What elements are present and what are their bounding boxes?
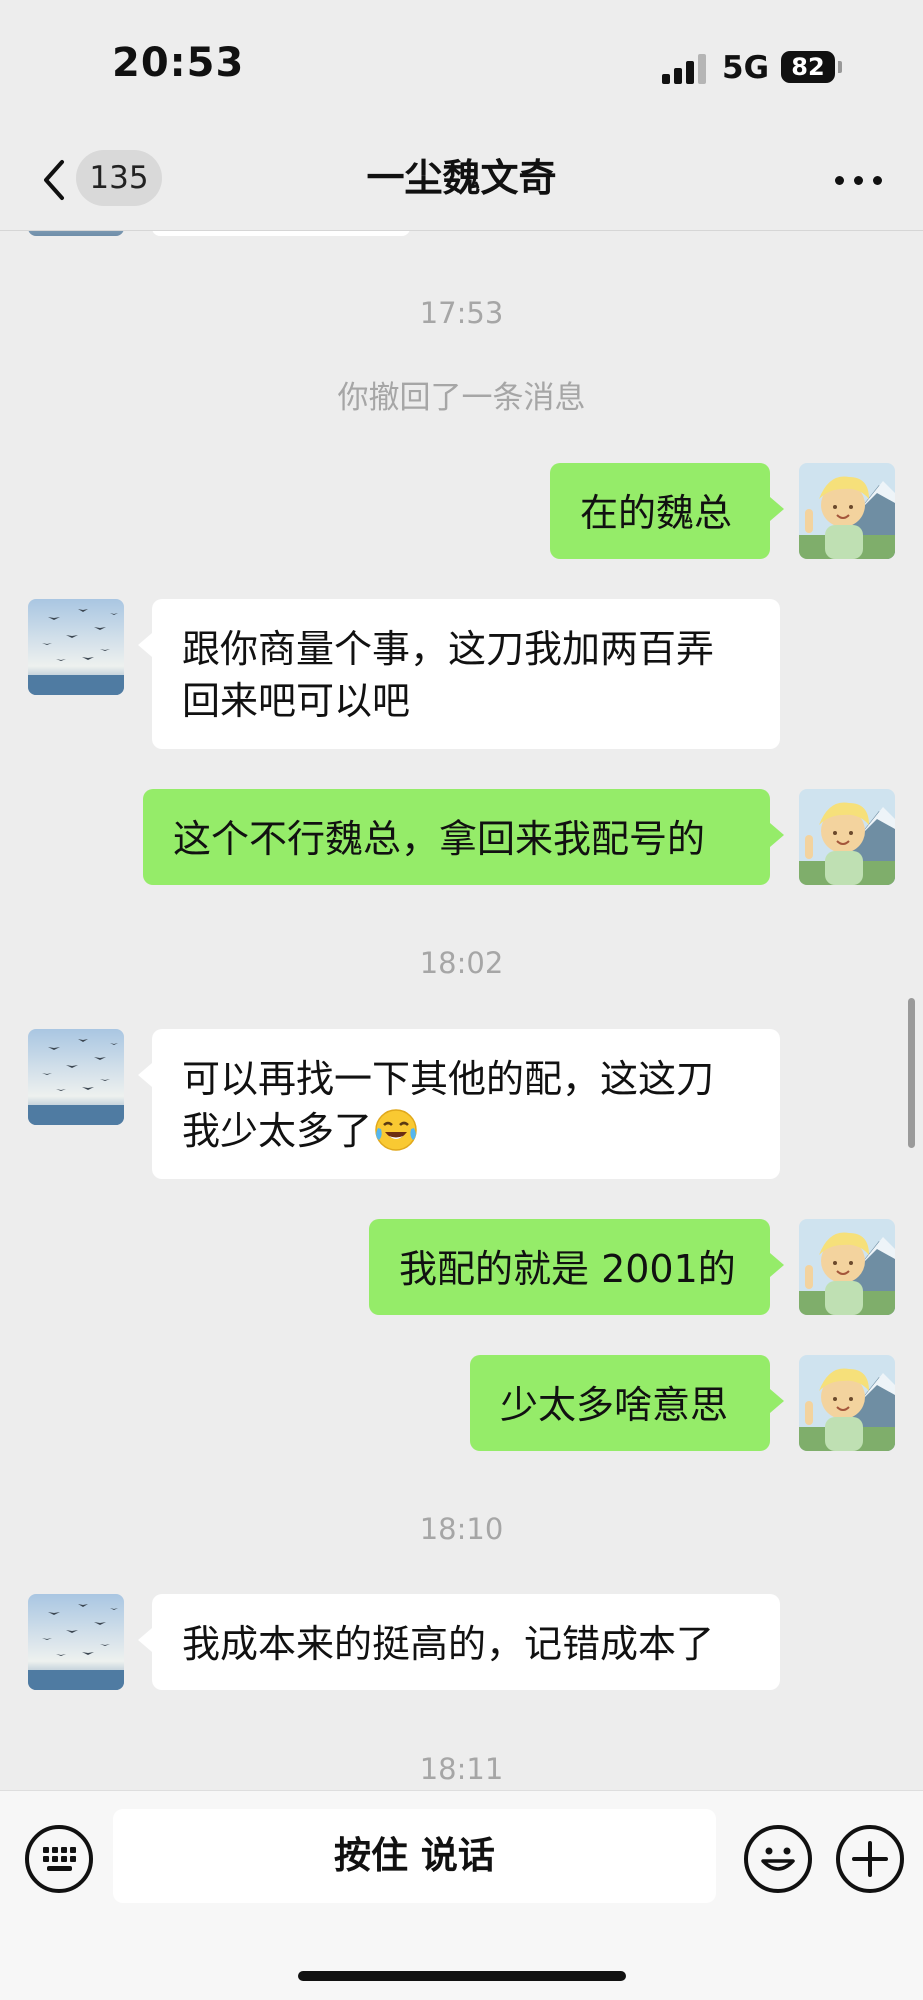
home-indicator[interactable] bbox=[298, 1971, 626, 1981]
my-avatar[interactable] bbox=[799, 789, 895, 885]
keyboard-toggle-button[interactable] bbox=[25, 1825, 93, 1893]
contact-avatar-image bbox=[28, 599, 124, 695]
my-avatar-image bbox=[799, 1355, 895, 1451]
timestamp: 18:02 bbox=[419, 946, 504, 980]
keyboard-icon bbox=[43, 1847, 76, 1871]
timestamp: 18:11 bbox=[419, 1752, 504, 1786]
my-avatar[interactable] bbox=[799, 1355, 895, 1451]
status-bar: 20:53 5G 82 bbox=[0, 0, 923, 130]
my-avatar-image bbox=[799, 789, 895, 885]
received-message[interactable]: 可以再找一下其他的配，这这刀我少太多了 bbox=[138, 1029, 780, 1179]
my-avatar-image bbox=[799, 1219, 895, 1315]
contact-avatar-image bbox=[28, 1594, 124, 1690]
recall-notice: 你撤回了一条消息 bbox=[337, 380, 586, 416]
chat-screen: 17:53 你撤回了一条消息 在的魏总 跟你商量个事，这刀我加两百弄回来吧可以吧… bbox=[0, 0, 923, 2000]
sent-message[interactable]: 这个不行魏总，拿回来我配号的 bbox=[143, 789, 784, 885]
signal-strength-icon bbox=[662, 52, 710, 84]
my-avatar[interactable] bbox=[799, 463, 895, 559]
sent-message[interactable]: 少太多啥意思 bbox=[470, 1355, 784, 1451]
my-avatar[interactable] bbox=[799, 1219, 895, 1315]
network-type: 5G bbox=[722, 50, 770, 86]
sent-message[interactable]: 在的魏总 bbox=[550, 463, 784, 559]
contact-avatar[interactable] bbox=[28, 1594, 124, 1690]
battery-level: 82 bbox=[791, 53, 825, 81]
input-bar: 按住 说话 bbox=[0, 1790, 923, 2000]
message-list[interactable]: 17:53 你撤回了一条消息 在的魏总 跟你商量个事，这刀我加两百弄回来吧可以吧… bbox=[0, 0, 923, 1790]
emoji-button[interactable] bbox=[744, 1825, 812, 1893]
message-text: 可以再找一下其他的配，这这刀我少太多了 bbox=[182, 1057, 715, 1153]
hold-to-talk-button[interactable]: 按住 说话 bbox=[113, 1809, 716, 1903]
contact-avatar[interactable] bbox=[28, 599, 124, 695]
sent-message[interactable]: 我配的就是 2001的 bbox=[369, 1219, 784, 1315]
battery-icon: 82 bbox=[781, 51, 835, 83]
dot bbox=[854, 176, 863, 185]
timestamp: 17:53 bbox=[419, 296, 504, 330]
chevron-left-icon bbox=[44, 160, 64, 200]
my-avatar-image bbox=[799, 463, 895, 559]
status-time: 20:53 bbox=[112, 40, 245, 86]
timestamp: 18:10 bbox=[419, 1512, 504, 1546]
chat-header: 135 一尘魏文奇 bbox=[0, 130, 923, 231]
received-message[interactable]: 我成本来的挺高的，记错成本了 bbox=[138, 1594, 780, 1690]
dot bbox=[873, 176, 882, 185]
received-message[interactable]: 跟你商量个事，这刀我加两百弄回来吧可以吧 bbox=[138, 599, 780, 749]
battery-cap bbox=[838, 61, 842, 73]
emoji-icon bbox=[761, 1847, 795, 1871]
scroll-indicator[interactable] bbox=[908, 998, 915, 1148]
contact-avatar[interactable] bbox=[28, 1029, 124, 1125]
unread-count-badge[interactable]: 135 bbox=[76, 150, 162, 206]
more-options-button[interactable] bbox=[835, 156, 883, 204]
more-actions-button[interactable] bbox=[836, 1825, 904, 1893]
crying-laughing-emoji-icon bbox=[375, 1109, 417, 1151]
contact-avatar-image bbox=[28, 1029, 124, 1125]
dot bbox=[835, 176, 844, 185]
back-button[interactable] bbox=[34, 152, 74, 208]
plus-icon bbox=[852, 1841, 888, 1877]
